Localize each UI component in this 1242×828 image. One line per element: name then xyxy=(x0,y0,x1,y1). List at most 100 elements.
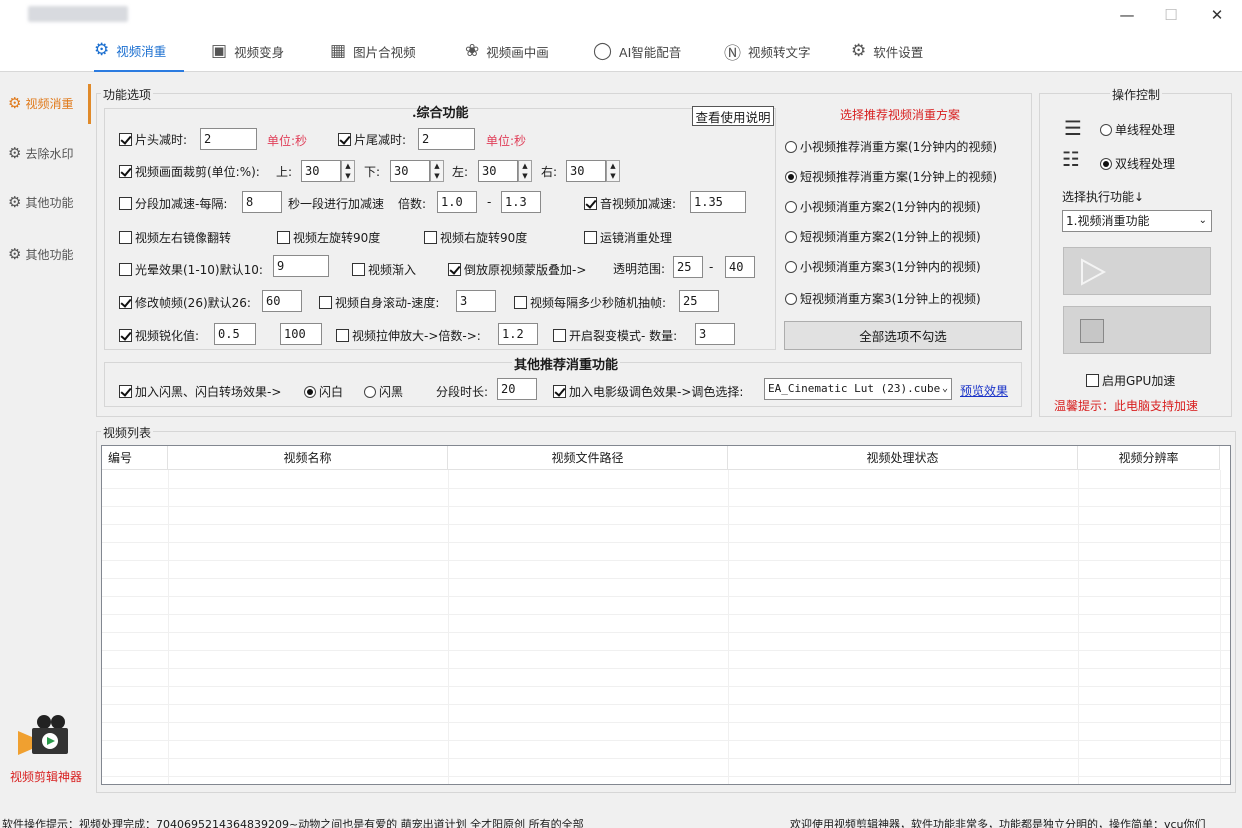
sidebar-item-dedup[interactable]: ⚙ 视频消重 xyxy=(8,94,73,112)
recommend-radio-1[interactable] xyxy=(785,140,797,153)
random-frame-input[interactable]: 25 xyxy=(679,290,719,312)
fade-in-checkbox[interactable] xyxy=(352,263,365,276)
column-header-index[interactable]: 编号 xyxy=(102,446,168,470)
sharpen-input[interactable]: 0.5 xyxy=(214,323,256,345)
recommend-radio-4[interactable] xyxy=(785,230,797,243)
recommend-option-4[interactable]: 短视频消重方案2(1分钟上的视频) xyxy=(785,228,981,245)
crop-bottom-spinner[interactable]: ▲ ▼ xyxy=(430,160,444,182)
stretch-checkbox[interactable] xyxy=(336,329,349,342)
sharpen-option[interactable]: 视频锐化值: xyxy=(119,327,199,344)
minimize-button[interactable]: — xyxy=(1104,0,1150,30)
head-cut-input[interactable]: 2 xyxy=(200,128,257,150)
rotate-right-checkbox[interactable] xyxy=(424,231,437,244)
preview-link[interactable]: 预览效果 xyxy=(960,382,1008,399)
split-input[interactable]: 3 xyxy=(695,323,735,345)
multi-thread-option[interactable]: 双线程处理 xyxy=(1100,155,1175,172)
recommend-option-5[interactable]: 小视频消重方案3(1分钟内的视频) xyxy=(785,258,981,275)
tab-image-to-video[interactable]: ▦ 图片合视频 xyxy=(330,30,416,72)
audio-speed-input[interactable]: 1.35 xyxy=(690,191,746,213)
column-header-status[interactable]: 视频处理状态 xyxy=(728,446,1078,470)
mirror-option[interactable]: 视频左右镜像翻转 xyxy=(119,229,231,246)
halo-option[interactable]: 光晕效果(1-10)默认10: xyxy=(119,261,263,278)
recommend-option-6[interactable]: 短视频消重方案3(1分钟上的视频) xyxy=(785,290,981,307)
tail-cut-checkbox[interactable] xyxy=(338,133,351,146)
color-grade-select[interactable]: EA_Cinematic Lut (23).cube ⌄ xyxy=(764,378,952,400)
stop-button[interactable] xyxy=(1063,306,1211,354)
multi-thread-radio[interactable] xyxy=(1100,157,1112,170)
color-grade-option[interactable]: 加入电影级调色效果->调色选择: xyxy=(553,383,743,400)
motion-checkbox[interactable] xyxy=(584,231,597,244)
maximize-button[interactable]: ☐ xyxy=(1148,0,1194,30)
crop-option[interactable]: 视频画面裁剪(单位:%): xyxy=(119,163,260,180)
flash-white-radio[interactable] xyxy=(304,385,316,398)
opacity-from-input[interactable]: 25 xyxy=(673,256,703,278)
recommend-option-2[interactable]: 短视频推荐消重方案(1分钟上的视频) xyxy=(785,168,997,185)
reverse-overlay-option[interactable]: 倒放原视频蒙版叠加-> xyxy=(448,261,586,278)
ratio-to-input[interactable]: 1.3 xyxy=(501,191,541,213)
rotate-right-option[interactable]: 视频右旋转90度 xyxy=(424,229,527,246)
uncheck-all-button[interactable]: 全部选项不勾选 xyxy=(784,321,1022,350)
sidebar-item-other-1[interactable]: ⚙ 其他功能 xyxy=(8,193,73,211)
audio-speed-option[interactable]: 音视频加减速: xyxy=(584,195,676,212)
column-header-path[interactable]: 视频文件路径 xyxy=(448,446,728,470)
recommend-option-3[interactable]: 小视频消重方案2(1分钟内的视频) xyxy=(785,198,981,215)
flash-checkbox[interactable] xyxy=(119,385,132,398)
random-frame-option[interactable]: 视频每隔多少秒随机抽帧: xyxy=(514,294,666,311)
recommend-radio-3[interactable] xyxy=(785,200,797,213)
rotate-left-option[interactable]: 视频左旋转90度 xyxy=(277,229,380,246)
recommend-radio-2[interactable] xyxy=(785,170,797,183)
sidebar-item-remove-watermark[interactable]: ⚙ 去除水印 xyxy=(8,144,73,162)
audio-speed-checkbox[interactable] xyxy=(584,197,597,210)
tab-picture-in-picture[interactable]: ❀ 视频画中画 xyxy=(465,30,549,72)
column-header-resolution[interactable]: 视频分辨率 xyxy=(1078,446,1220,470)
gpu-option[interactable]: 启用GPU加速 xyxy=(1086,372,1175,389)
crop-left-spinner[interactable]: ▲ ▼ xyxy=(518,160,532,182)
crop-right-spinner[interactable]: ▲ ▼ xyxy=(606,160,620,182)
scroll-speed-option[interactable]: 视频自身滚动-速度: xyxy=(319,294,439,311)
framerate-checkbox[interactable] xyxy=(119,296,132,309)
crop-left-input[interactable]: 30 xyxy=(478,160,518,182)
split-checkbox[interactable] xyxy=(553,329,566,342)
crop-bottom-input[interactable]: 30 xyxy=(390,160,430,182)
help-button[interactable]: 查看使用说明 xyxy=(692,106,774,126)
tail-cut-option[interactable]: 片尾减时: xyxy=(338,131,406,148)
crop-top-input[interactable]: 30 xyxy=(301,160,341,182)
tab-video-to-text[interactable]: Ⓝ 视频转文字 xyxy=(724,30,811,72)
opacity-to-input[interactable]: 40 xyxy=(725,256,755,278)
video-table[interactable]: 编号 视频名称 视频文件路径 视频处理状态 视频分辨率 xyxy=(101,445,1231,785)
color-grade-checkbox[interactable] xyxy=(553,385,566,398)
flash-black-option[interactable]: 闪黑 xyxy=(364,383,403,400)
sharpen-checkbox[interactable] xyxy=(119,329,132,342)
recommend-radio-6[interactable] xyxy=(785,292,797,305)
head-cut-checkbox[interactable] xyxy=(119,133,132,146)
sidebar-item-other-2[interactable]: ⚙ 其他功能 xyxy=(8,245,73,263)
crop-right-input[interactable]: 30 xyxy=(566,160,606,182)
motion-option[interactable]: 运镜消重处理 xyxy=(584,229,672,246)
framerate-input[interactable]: 60 xyxy=(262,290,302,312)
exec-function-select[interactable]: 1.视频消重功能 ⌄ xyxy=(1062,210,1212,232)
rotate-left-checkbox[interactable] xyxy=(277,231,290,244)
mirror-checkbox[interactable] xyxy=(119,231,132,244)
close-button[interactable]: ✕ xyxy=(1194,0,1240,30)
tab-settings[interactable]: ⚙ 软件设置 xyxy=(851,30,923,72)
gpu-checkbox[interactable] xyxy=(1086,374,1099,387)
segment-speed-checkbox[interactable] xyxy=(119,197,132,210)
flash-black-radio[interactable] xyxy=(364,385,376,398)
recommend-radio-5[interactable] xyxy=(785,260,797,273)
halo-input[interactable]: 9 xyxy=(273,255,329,277)
flash-option[interactable]: 加入闪黑、闪白转场效果-> xyxy=(119,383,281,400)
crop-top-spinner[interactable]: ▲ ▼ xyxy=(341,160,355,182)
framerate-option[interactable]: 修改帧频(26)默认26: xyxy=(119,294,251,311)
segment-speed-option[interactable]: 分段加减速-每隔: xyxy=(119,195,227,212)
split-option[interactable]: 开启裂变模式- 数量: xyxy=(553,327,677,344)
head-cut-option[interactable]: 片头减时: xyxy=(119,131,187,148)
crop-checkbox[interactable] xyxy=(119,165,132,178)
flash-white-option[interactable]: 闪白 xyxy=(304,383,343,400)
recommend-option-1[interactable]: 小视频推荐消重方案(1分钟内的视频) xyxy=(785,138,997,155)
stretch-input[interactable]: 1.2 xyxy=(498,323,538,345)
random-frame-checkbox[interactable] xyxy=(514,296,527,309)
halo-checkbox[interactable] xyxy=(119,263,132,276)
tab-video-dedup[interactable]: ⚙ 视频消重 xyxy=(94,30,184,72)
scroll-speed-input[interactable]: 3 xyxy=(456,290,496,312)
fade-in-option[interactable]: 视频渐入 xyxy=(352,261,416,278)
